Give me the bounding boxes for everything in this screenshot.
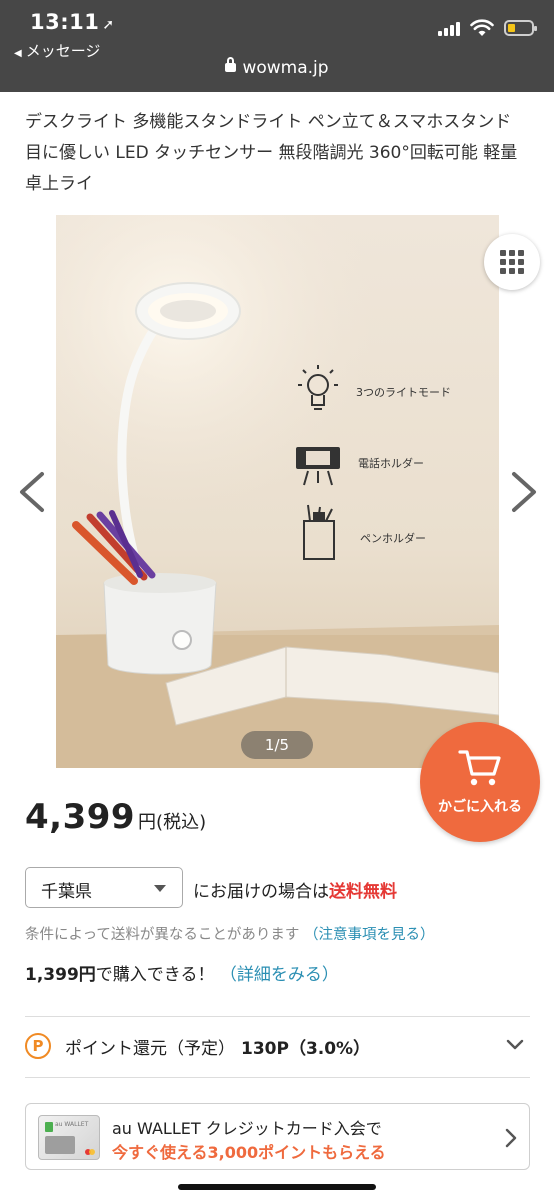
purchase-note: 1,399円で購入できる！ （詳細をみる） xyxy=(25,960,339,985)
credit-card-image: au WALLET xyxy=(38,1115,100,1160)
free-shipping-label: 送料無料 xyxy=(329,882,397,902)
prev-image-button[interactable] xyxy=(12,470,52,514)
price-amount: 4,399 xyxy=(25,797,136,837)
purchase-detail-link[interactable]: （詳細をみる） xyxy=(220,965,339,985)
banner-line2: 今すぐ使える3,000ポイントもらえる xyxy=(112,1143,386,1162)
product-title: デスクライト 多機能スタンドライト ペン立て＆スマホスタンド 目に優しい LED… xyxy=(25,112,518,194)
banner-line1: au WALLET クレジットカード入会で xyxy=(112,1119,382,1138)
prefecture-select[interactable]: 千葉県 xyxy=(25,867,183,908)
divider xyxy=(25,1077,530,1078)
add-to-cart-button[interactable]: かごに入れる xyxy=(420,722,540,842)
purchase-price: 1,399円 xyxy=(25,965,96,985)
price-unit: 円(税込) xyxy=(138,812,207,833)
shipping-prefix: にお届けの場合は xyxy=(193,882,329,902)
cart-icon xyxy=(458,750,501,786)
url-bar[interactable]: wowma.jp xyxy=(0,57,554,78)
add-to-cart-label: かごに入れる xyxy=(438,799,522,815)
shipping-notes-link[interactable]: （注意事項を見る） xyxy=(304,927,435,943)
points-row[interactable]: P ポイント還元（予定） 130P（3.0%） xyxy=(25,1020,530,1072)
gallery-grid-button[interactable] xyxy=(484,234,540,290)
top-bar: 13:11 ➚ ◀ メッセージ wowma.jp xyxy=(0,0,554,92)
chevron-down-icon xyxy=(506,1039,524,1050)
divider xyxy=(25,1016,530,1017)
points-text: ポイント還元（予定） 130P（3.0%） xyxy=(65,1034,370,1059)
status-time-text: 13:11 xyxy=(30,10,100,34)
product-photo: 3つのライトモード 電話ホルダー ペンホルダー xyxy=(56,215,499,768)
points-label: ポイント還元（予定） xyxy=(65,1039,235,1059)
chevron-right-icon xyxy=(512,472,536,512)
points-icon: P xyxy=(25,1033,51,1059)
purchase-suffix: で購入できる！ xyxy=(95,965,215,985)
location-arrow-icon: ➚ xyxy=(102,17,115,33)
cellular-signal-icon xyxy=(438,20,460,36)
grid-icon xyxy=(500,250,524,274)
points-value: 130P（3.0%） xyxy=(241,1039,371,1059)
shipping-condition-text: 条件によって送料が異なることがあります xyxy=(25,927,300,943)
lock-icon xyxy=(225,57,237,72)
status-time: 13:11 ➚ xyxy=(30,10,115,34)
url-text: wowma.jp xyxy=(242,58,329,78)
image-pager: 1/5 xyxy=(241,731,313,759)
au-wallet-banner[interactable]: au WALLET au WALLET クレジットカード入会で 今すぐ使える3,… xyxy=(25,1103,530,1170)
feature-label-pen-holder: ペンホルダー xyxy=(360,531,426,545)
next-image-button[interactable] xyxy=(504,470,544,514)
feature-label-light-mode: 3つのライトモード xyxy=(356,386,451,399)
price: 4,399 円(税込) xyxy=(25,797,206,837)
home-indicator xyxy=(178,1184,376,1190)
prefecture-value: 千葉県 xyxy=(41,882,92,902)
shipping-condition-note: 条件によって送料が異なることがあります （注意事項を見る） xyxy=(25,923,434,944)
battery-icon xyxy=(504,20,537,36)
feature-label-phone-holder: 電話ホルダー xyxy=(358,456,424,470)
product-image[interactable]: 3つのライトモード 電話ホルダー ペンホルダー xyxy=(56,215,499,768)
system-icons xyxy=(438,16,537,40)
wifi-icon xyxy=(470,19,494,36)
shipping-text: にお届けの場合は送料無料 xyxy=(193,877,397,902)
chevron-right-icon xyxy=(505,1128,517,1148)
chevron-left-icon xyxy=(20,472,44,512)
card-brand-text: au WALLET xyxy=(55,1121,89,1128)
dropdown-caret-icon xyxy=(154,885,166,892)
